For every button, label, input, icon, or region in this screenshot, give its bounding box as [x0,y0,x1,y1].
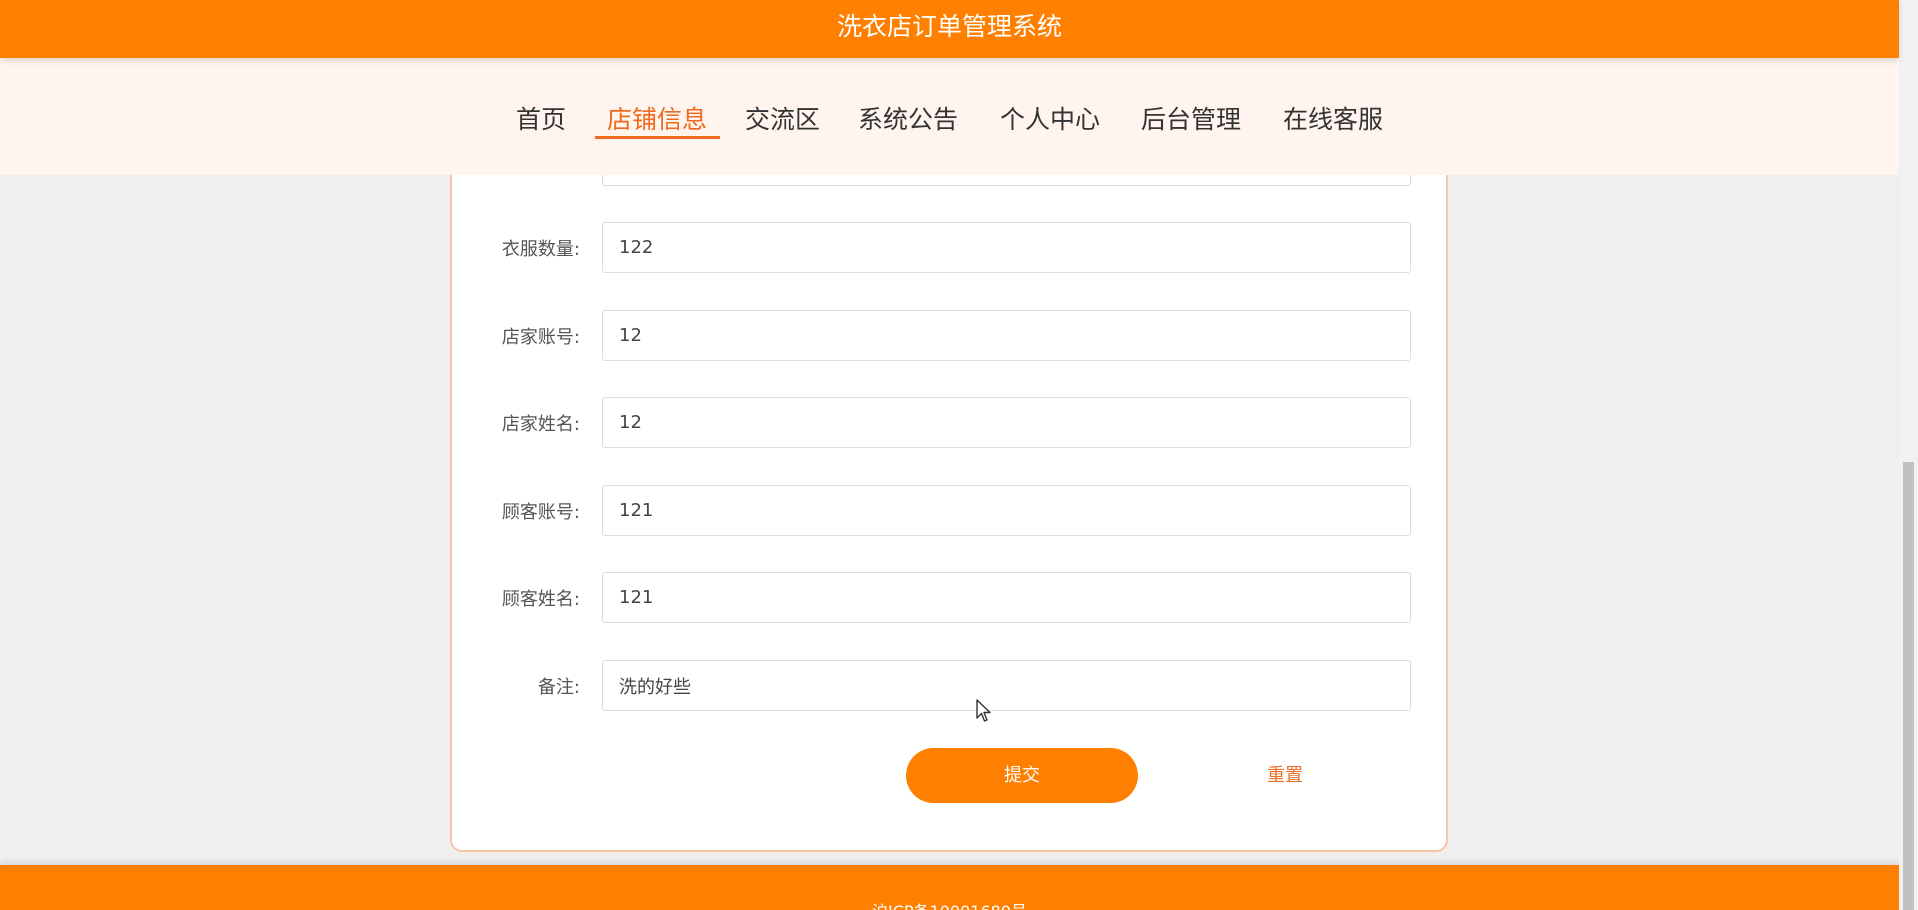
shop-account-input[interactable] [602,310,1411,361]
site-title: 洗衣店订单管理系统 [836,12,1062,41]
nav-item-forum[interactable]: 交流区 [745,100,820,136]
nav-item-home[interactable]: 首页 [516,100,566,136]
field-label-shop-account: 店家账号: [501,327,580,348]
site-footer: 沪ICP备10001680号 [0,865,1899,910]
page-scrollbar-thumb[interactable] [1903,462,1914,910]
reset-button[interactable]: 重置 [1230,748,1340,803]
nav-item-shop-info[interactable]: 店铺信息 [607,100,707,136]
nav-item-personal-center[interactable]: 个人中心 [1000,100,1100,136]
customer-name-input[interactable] [602,572,1411,623]
field-label-clothes-count: 衣服数量: [501,239,580,260]
nav-active-underline [595,136,720,139]
main-nav: 首页 店铺信息 交流区 系统公告 个人中心 后台管理 在线客服 [0,58,1899,175]
shop-owner-name-input[interactable] [602,397,1411,448]
submit-button[interactable]: 提交 [906,748,1138,803]
mouse-cursor-icon [976,699,991,722]
field-label-customer-account: 顾客账号: [501,502,580,523]
nav-item-admin[interactable]: 后台管理 [1141,100,1241,136]
footer-icp-text: 沪ICP备10001680号 [872,902,1027,910]
field-label-shop-owner-name: 店家姓名: [501,414,580,435]
nav-item-online-service[interactable]: 在线客服 [1283,100,1383,136]
site-header: 洗衣店订单管理系统 [0,0,1899,58]
field-label-remarks: 备注: [537,677,580,698]
field-label-customer-name: 顾客姓名: [501,589,580,610]
nav-item-announcements[interactable]: 系统公告 [858,100,958,136]
clothes-count-input[interactable] [602,222,1411,273]
remarks-input[interactable] [602,660,1411,711]
customer-account-input[interactable] [602,485,1411,536]
